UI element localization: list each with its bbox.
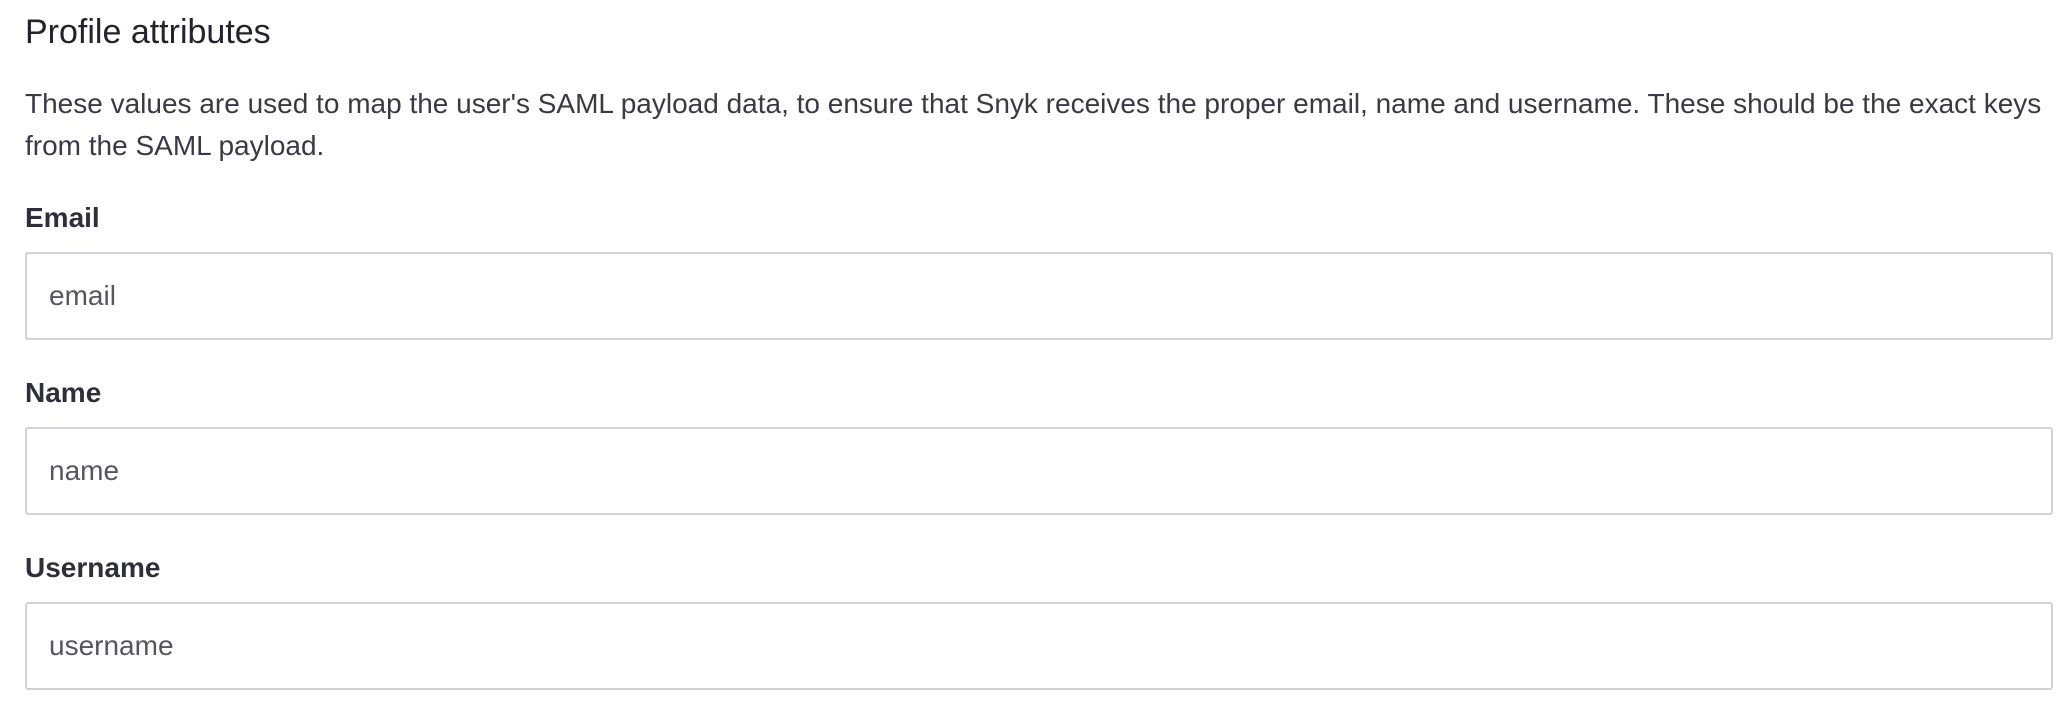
profile-attributes-panel: Profile attributes These values are used… [0,0,2070,706]
name-field[interactable] [25,427,2053,515]
email-field[interactable] [25,252,2053,340]
username-field[interactable] [25,602,2053,690]
name-label: Name [25,377,102,408]
section-description: These values are used to map the user's … [25,88,2042,161]
section-title: Profile attributes [25,13,271,51]
email-label: Email [25,202,100,233]
username-label: Username [25,552,161,583]
